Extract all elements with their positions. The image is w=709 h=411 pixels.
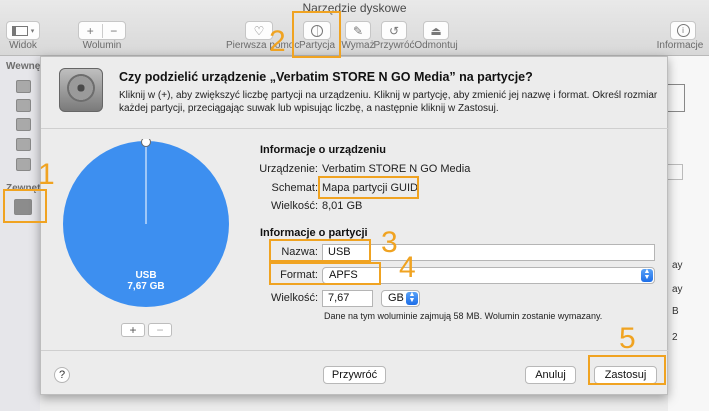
partition-pie-chart[interactable]: USB 7,67 GB [61,137,231,309]
annotation-number-2: 2 [269,25,286,58]
divider [41,128,669,129]
erase-icon: ✎ [352,23,364,38]
restore-button[interactable]: ↺ [381,21,407,40]
hard-drive-icon [59,68,103,112]
scheme-label: Schemat: [271,182,318,194]
background-text: 2 [672,332,678,343]
cancel-button[interactable]: Anuluj [525,366,576,384]
annotation-box-5 [588,355,666,385]
annotation-box-4 [269,262,381,285]
pie-partition-size: 7,67 GB [127,281,165,292]
annotation-box-2 [292,11,341,58]
info-icon: i [676,24,690,37]
annotation-box-3 [269,239,371,262]
annotation-number-4: 4 [399,251,416,284]
minus-icon[interactable]: − [103,24,126,38]
eject-icon: ⏏ [430,23,442,38]
disk-icon[interactable] [16,138,31,151]
divider [41,350,669,351]
background-text: B [672,306,679,317]
background-box [668,164,683,180]
view-button[interactable]: ▾ [6,21,40,40]
volume-label: Wolumin [82,40,122,51]
unit-popup[interactable]: GB ▲ ▼ [381,290,420,307]
partition-note: Dane na tym woluminie zajmują 58 MB. Wol… [324,311,603,321]
sidebar-icon [11,25,28,36]
sidebar: Wewnę Zewnęt [0,56,40,411]
info-label: Informacje [656,40,704,51]
popup-chevrons-icon: ▲ ▼ [406,291,418,305]
device-info-title: Informacje o urządzeniu [260,144,386,156]
background-text: ay [672,284,683,295]
partition-size-field[interactable]: 7,67 [322,290,373,307]
pie-partition-name: USB [135,270,157,281]
background-text: ay [672,260,683,271]
partition-name-field[interactable]: USB [322,244,655,261]
disk-icon[interactable] [16,80,31,93]
erase-button[interactable]: ✎ [345,21,371,40]
partition-info-title: Informacje o partycji [260,227,368,239]
volume-add-remove[interactable]: + − [78,21,126,40]
window-title: Narzędzie dyskowe [302,1,407,15]
device-value: Verbatim STORE N GO Media [322,163,471,175]
unmount-label: Odmontuj [414,40,458,51]
stethoscope-icon: ♡ [253,23,265,38]
unit-value: GB [388,292,404,304]
annotation-number-3: 3 [381,226,398,259]
pie-resize-handle[interactable] [141,137,151,147]
annotation-number-1: 1 [38,158,55,191]
disk-icon[interactable] [16,99,31,112]
view-label: Widok [9,40,37,51]
device-label: Urządzenie: [259,163,318,175]
annotation-box-1 [3,189,47,223]
partition-size-label: Wielkość: [270,292,318,304]
disk-icon[interactable] [16,158,31,171]
add-partition-button[interactable]: + [121,323,145,337]
background-box [668,84,685,112]
unmount-button[interactable]: ⏏ [423,21,449,40]
sidebar-internal-header: Wewnę [6,61,41,72]
plus-icon[interactable]: + [79,23,103,38]
restore-icon: ↺ [388,23,400,38]
toolbar: Narzędzie dyskowe ▾ Widok + − Wolumin ♡ … [0,0,709,56]
partition-sheet: Czy podzielić urządzenie „Verbatim STORE… [40,56,669,395]
revert-button[interactable]: Przywróć [323,366,386,384]
device-size-value: 8,01 GB [322,200,363,212]
help-button[interactable]: ? [54,367,70,383]
info-button[interactable]: i [670,21,696,40]
background-detail-pane: ay ay B 2 [668,56,709,411]
chevron-down-icon: ▾ [30,27,35,35]
sheet-description: Kliknij w (+), aby zwiększyć liczbę part… [119,90,658,114]
popup-chevrons-icon: ▲ ▼ [641,268,653,282]
device-size-label: Wielkość: [270,200,318,212]
annotation-box-scheme [318,176,419,199]
remove-partition-button[interactable]: − [148,323,172,337]
sheet-title: Czy podzielić urządzenie „Verbatim STORE… [119,70,533,84]
disk-icon[interactable] [16,118,31,131]
annotation-number-5: 5 [619,322,636,355]
